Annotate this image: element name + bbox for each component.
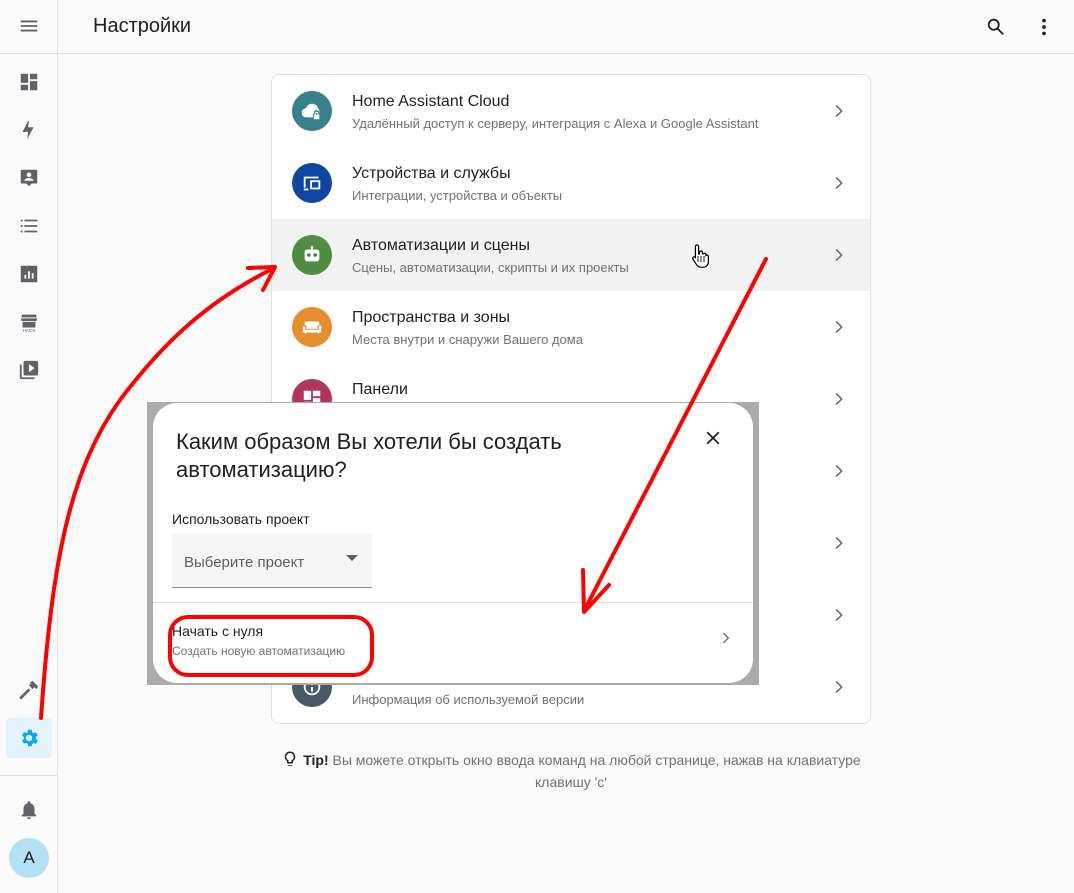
chevron-right-icon [828,317,848,337]
lightbulb-icon [281,750,299,768]
blueprint-label: Использовать проект [172,511,310,527]
settings-row-devices[interactable]: Устройства и службы Интеграции, устройст… [272,147,870,219]
hacs-store-icon[interactable]: HACS [6,302,52,342]
chevron-right-icon[interactable] [716,629,734,647]
settings-row-cloud[interactable]: Home Assistant Cloud Удалённый доступ к … [272,75,870,147]
dropdown-arrow-icon [346,555,358,561]
row-subtitle: Места внутри и снаружи Вашего дома [352,332,583,347]
row-title: Панели [352,381,408,398]
chevron-right-icon [828,461,848,481]
search-icon[interactable] [981,12,1011,42]
sidebar-divider [0,53,57,54]
dots-vertical-icon[interactable] [1029,12,1059,42]
tip-label: Tip! [303,752,329,768]
hamburger-icon[interactable] [6,6,52,46]
energy-icon[interactable] [6,110,52,150]
svg-text:HACS: HACS [23,328,36,333]
row-title: Пространства и зоны [352,309,511,326]
chevron-right-icon [828,605,848,625]
page-title: Настройки [93,15,192,37]
create-new-subtitle[interactable]: Создать новую автоматизацию [172,644,345,658]
devices-icon [292,163,332,203]
settings-row-automations[interactable]: Автоматизации и сцены Сцены, автоматизац… [272,219,870,291]
media-icon[interactable] [6,350,52,390]
sofa-icon [292,307,332,347]
history-icon[interactable] [6,254,52,294]
logbook-icon[interactable] [6,158,52,198]
row-subtitle: Удалённый доступ к серверу, интеграция с… [352,116,759,131]
sidebar-divider [0,775,57,776]
bell-icon[interactable] [6,790,52,830]
chevron-right-icon [828,101,848,121]
todo-list-icon[interactable] [6,206,52,246]
close-icon[interactable] [698,423,728,453]
sidebar: HACS A [0,0,58,893]
robot-icon [292,235,332,275]
tip-body: Вы можете открыть окно ввода команд на л… [328,752,861,790]
overview-icon[interactable] [6,62,52,102]
chevron-right-icon [828,533,848,553]
row-title: Автоматизации и сцены [352,237,530,254]
top-app-bar: Настройки [58,0,1074,54]
create-new-title[interactable]: Начать с нуля [172,623,263,639]
gear-icon[interactable] [6,718,52,758]
settings-row-areas[interactable]: Пространства и зоны Места внутри и снару… [272,291,870,363]
cloud-lock-icon [292,91,332,131]
dialog-divider [153,602,753,603]
blueprint-select-value: Выберите проект [184,554,305,571]
hammer-icon[interactable] [6,670,52,710]
chevron-right-icon [828,677,848,697]
row-subtitle: Интеграции, устройства и объекты [352,188,563,203]
blueprint-select[interactable]: Выберите проект [172,533,372,588]
row-subtitle: Информация об используемой версии [352,692,585,707]
tip-text: Tip! Вы можете открыть окно ввода команд… [271,749,871,793]
hand-cursor-icon [692,244,709,268]
chevron-right-icon [828,173,848,193]
chevron-right-icon [828,245,848,265]
dialog-title: Каким образом Вы хотели бы создать автом… [176,429,562,482]
row-subtitle: Сцены, автоматизации, скрипты и их проек… [352,260,629,275]
row-title: Home Assistant Cloud [352,93,510,110]
row-title: Устройства и службы [352,165,511,182]
new-automation-dialog: Каким образом Вы хотели бы создать автом… [153,403,753,683]
avatar[interactable]: A [9,838,49,878]
chevron-right-icon [828,389,848,409]
